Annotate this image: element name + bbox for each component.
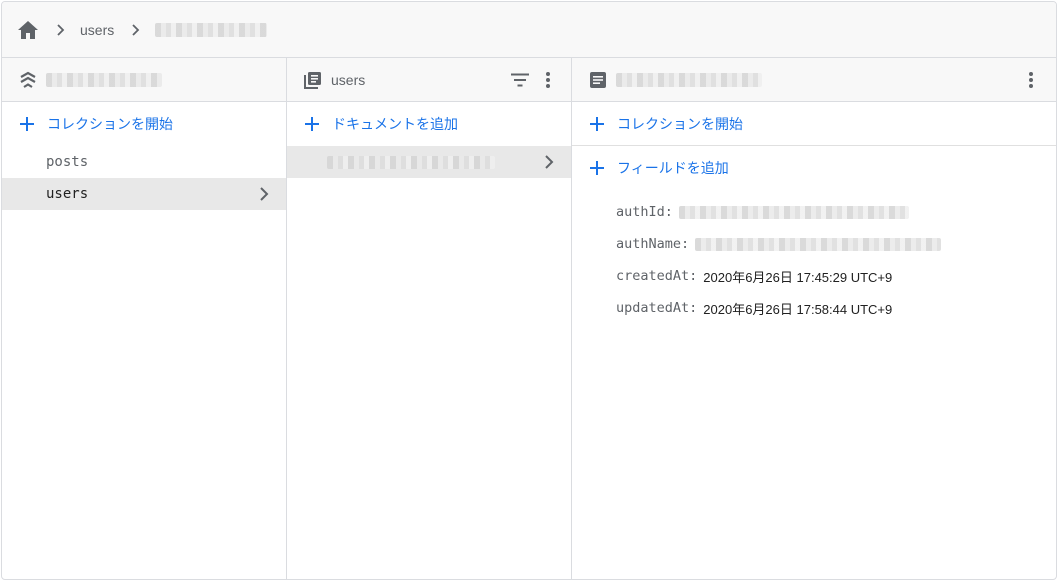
collection-icon — [303, 70, 323, 90]
field-key: updatedAt: — [616, 300, 698, 316]
more-vert-icon[interactable] — [1020, 69, 1042, 91]
document-id-redacted — [327, 155, 495, 169]
plus-icon — [587, 114, 607, 134]
chevron-right-icon — [539, 152, 559, 172]
firestore-stack-icon — [18, 70, 38, 90]
more-vert-icon[interactable] — [537, 69, 559, 91]
plus-icon — [587, 158, 607, 178]
collection-item-posts[interactable]: posts — [2, 146, 286, 178]
home-icon[interactable] — [17, 19, 39, 41]
start-subcollection-label: コレクションを開始 — [617, 115, 743, 132]
add-field-button[interactable]: フィールドを追加 — [572, 146, 1056, 190]
field-list: authId: authName: createdAt: 2020年6月26日 … — [572, 190, 1056, 324]
field-key: authName: — [616, 236, 690, 252]
project-name-redacted — [46, 72, 162, 87]
field-row[interactable]: updatedAt: 2020年6月26日 17:58:44 UTC+9 — [616, 292, 1056, 324]
field-row[interactable]: authId: — [616, 196, 1056, 228]
collection-label: users — [46, 186, 89, 202]
field-value-redacted — [695, 237, 942, 251]
root-column-header — [2, 58, 286, 102]
field-key: createdAt: — [616, 268, 698, 284]
breadcrumb-document-redacted[interactable] — [155, 22, 268, 37]
collection-title: users — [331, 71, 366, 88]
firestore-data-panel: users コレクションを開始 posts users users ドキュメント… — [1, 1, 1057, 580]
chevron-right-icon — [254, 184, 274, 204]
collection-item-users[interactable]: users — [2, 178, 286, 210]
add-document-label: ドキュメントを追加 — [332, 116, 458, 132]
field-row[interactable]: createdAt: 2020年6月26日 17:45:29 UTC+9 — [616, 260, 1056, 292]
filter-icon[interactable] — [509, 69, 531, 91]
chevron-right-icon — [126, 20, 146, 40]
start-subcollection-button[interactable]: コレクションを開始 — [572, 102, 1056, 146]
field-key: authId: — [616, 204, 673, 220]
collection-label: posts — [46, 154, 89, 170]
root-column: コレクションを開始 posts users — [2, 58, 287, 579]
collection-column: users ドキュメントを追加 — [287, 58, 572, 579]
chevron-right-icon — [51, 20, 71, 40]
plus-icon — [302, 114, 322, 134]
field-row[interactable]: authName: — [616, 228, 1056, 260]
breadcrumb-collection[interactable]: users — [80, 22, 114, 38]
plus-icon — [17, 114, 37, 134]
document-column-header — [572, 58, 1056, 102]
field-value: 2020年6月26日 17:58:44 UTC+9 — [703, 301, 893, 317]
document-column: コレクションを開始 フィールドを追加 authId: authName: cre… — [572, 58, 1056, 579]
document-icon — [588, 70, 608, 90]
start-collection-button[interactable]: コレクションを開始 — [2, 102, 286, 146]
document-title-redacted — [616, 72, 762, 87]
add-document-button[interactable]: ドキュメントを追加 — [287, 102, 571, 146]
add-field-label: フィールドを追加 — [617, 160, 729, 176]
breadcrumb: users — [2, 2, 1056, 58]
field-value-redacted — [678, 205, 909, 219]
field-value: 2020年6月26日 17:45:29 UTC+9 — [703, 269, 893, 285]
document-item[interactable] — [287, 146, 571, 178]
collection-column-header: users — [287, 58, 571, 102]
start-collection-label: コレクションを開始 — [47, 116, 173, 132]
